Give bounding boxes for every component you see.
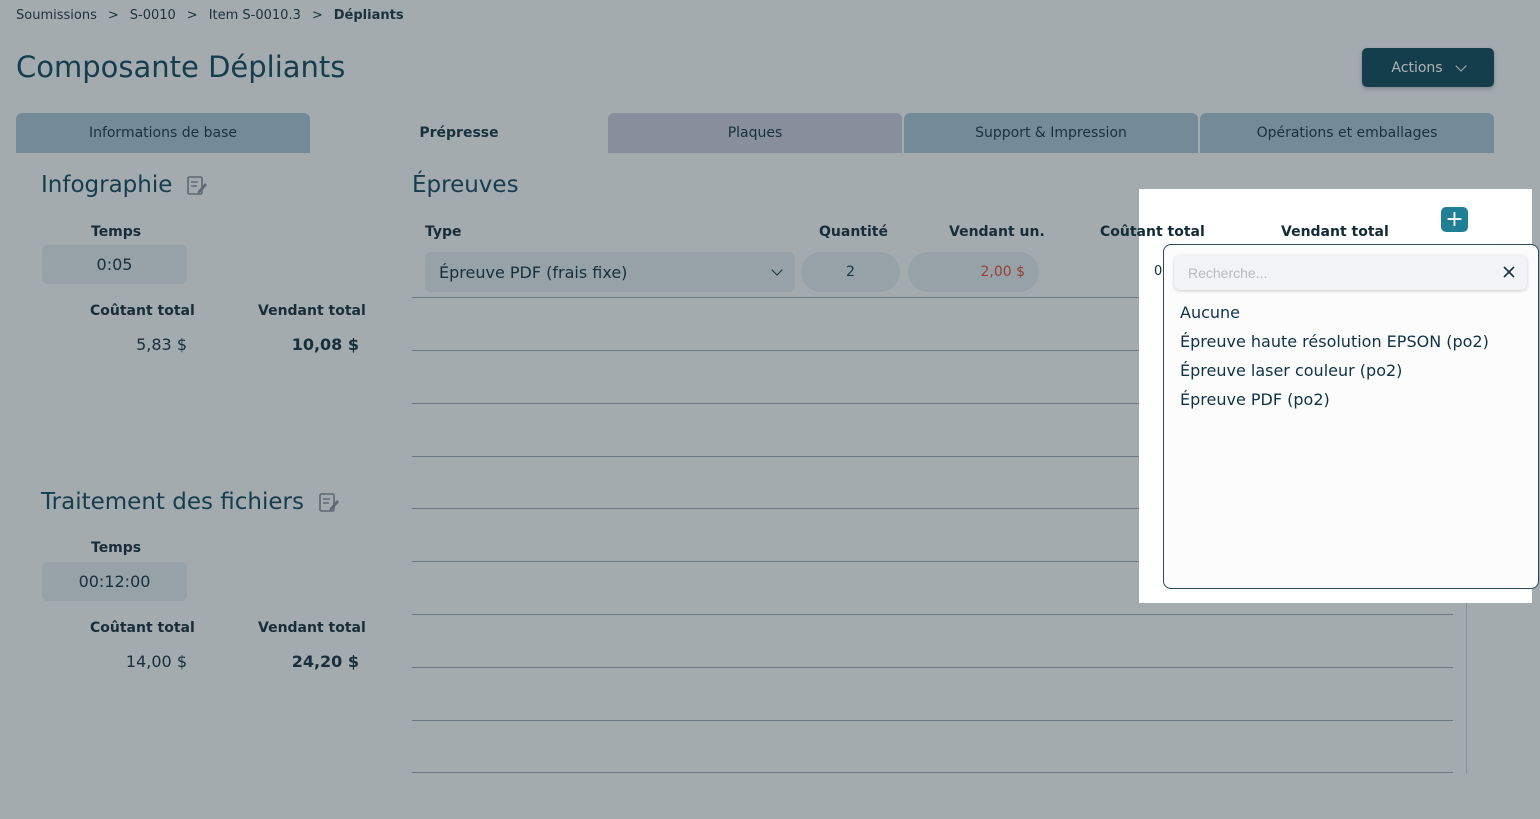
page: Soumissions > S-0010 > Item S-0010.3 > D… [0, 0, 1540, 819]
option-laser-couleur[interactable]: Épreuve laser couleur (po2) [1180, 359, 1489, 388]
option-epson[interactable]: Épreuve haute résolution EPSON (po2) [1180, 330, 1489, 359]
search-input[interactable] [1174, 255, 1474, 290]
search-box [1174, 255, 1527, 290]
close-icon[interactable] [1501, 264, 1517, 280]
option-aucune[interactable]: Aucune [1180, 301, 1489, 330]
option-list: Aucune Épreuve haute résolution EPSON (p… [1180, 301, 1489, 417]
add-row-button[interactable]: + [1441, 207, 1468, 232]
coutant-total-value: 0 [1154, 264, 1163, 279]
option-pdf[interactable]: Épreuve PDF (po2) [1180, 388, 1489, 417]
plus-icon: + [1445, 206, 1464, 232]
column-vendant-total: Vendant total [1281, 224, 1389, 240]
column-coutant-total: Coûtant total [1100, 224, 1205, 240]
type-dropdown: Aucune Épreuve haute résolution EPSON (p… [1163, 244, 1539, 589]
